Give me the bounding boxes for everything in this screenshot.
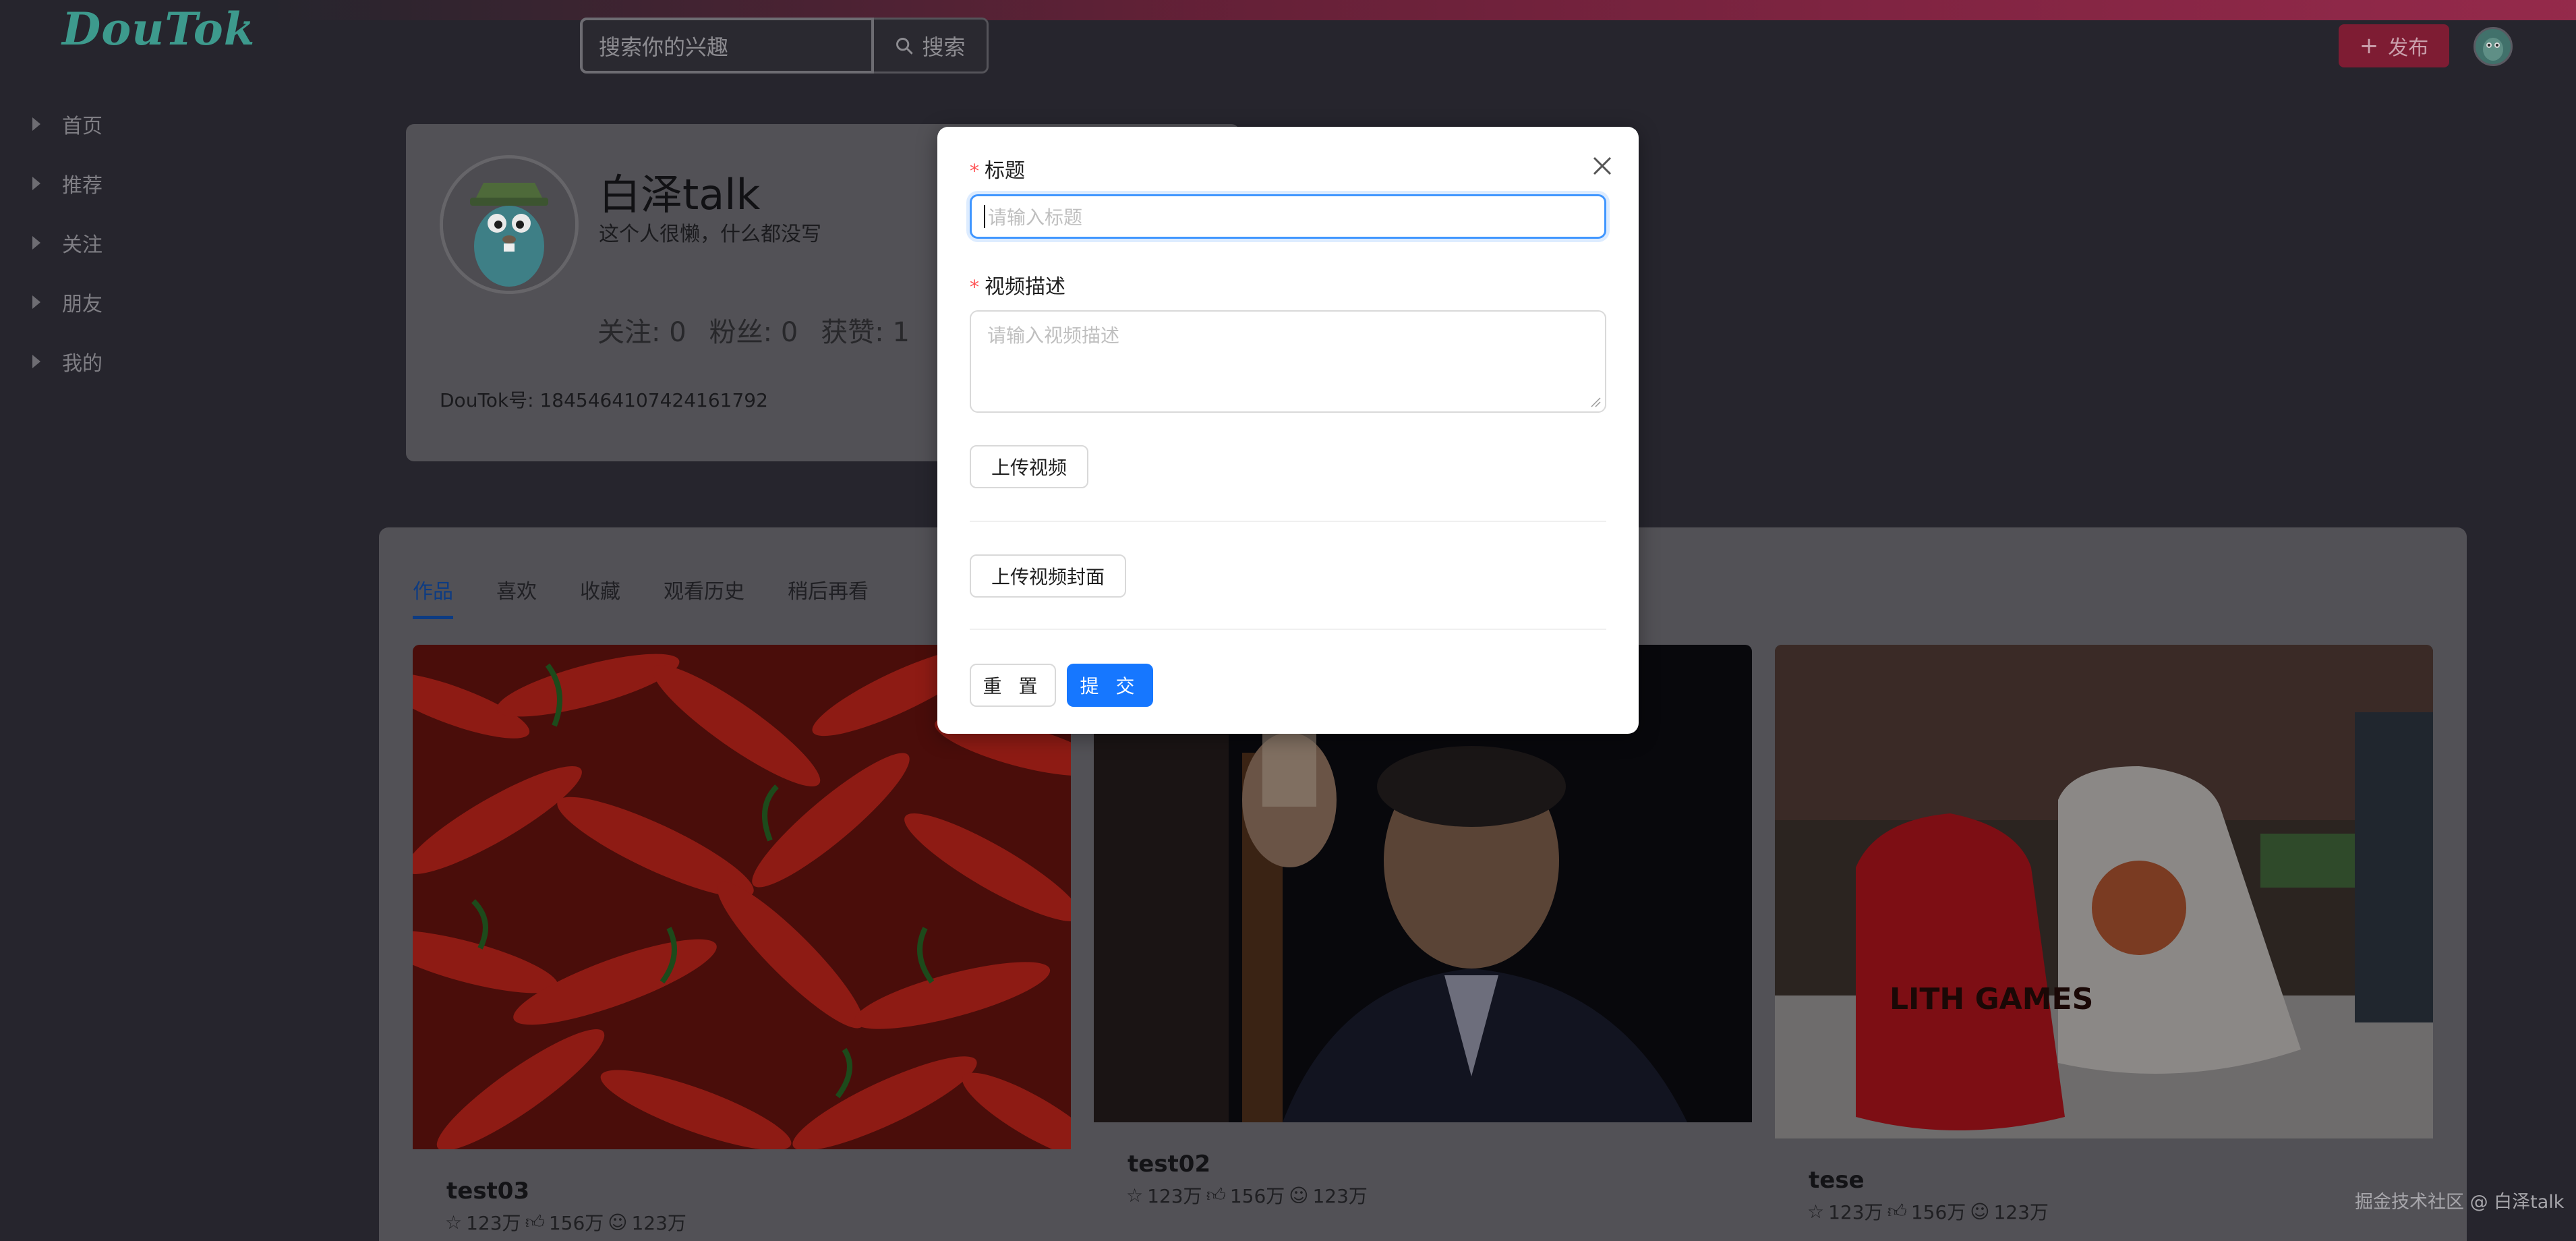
profile-avatar [440, 155, 579, 294]
sidebar-item-friends[interactable]: 朋友 [32, 272, 103, 332]
comments-count: 123万 [1312, 1185, 1368, 1207]
caret-right-icon [32, 177, 40, 190]
sidebar-item-home[interactable]: 首页 [32, 94, 103, 154]
reset-button[interactable]: 重 置 [970, 664, 1056, 707]
publish-button[interactable]: + 发布 [2339, 24, 2449, 67]
caret-right-icon [32, 117, 40, 131]
desc-label-text: 视频描述 [985, 275, 1065, 299]
video-title[interactable]: test03 [446, 1178, 529, 1205]
upload-video-button[interactable]: 上传视频 [970, 445, 1088, 488]
required-mark: * [970, 276, 979, 298]
caret-right-icon [32, 355, 40, 368]
video-card[interactable]: test03 ☆ 123万 👍︎ 156万 ☺ 123万 [413, 645, 1071, 1241]
comments-count: 123万 [631, 1212, 686, 1234]
sidebar-item-recommend[interactable]: 推荐 [32, 154, 103, 213]
sidebar-item-label: 我的 [62, 352, 103, 376]
resize-handle-icon[interactable] [1590, 397, 1601, 407]
desc-label: * 视频描述 [970, 270, 1065, 299]
title-label-text: 标题 [985, 159, 1025, 183]
comment-icon[interactable]: ☺ [1289, 1184, 1308, 1207]
required-mark: * [970, 160, 979, 182]
sidebar-item-label: 推荐 [62, 174, 103, 198]
watermark: 掘金技术社区 @ 白泽talk [2355, 1192, 2565, 1213]
desc-placeholder: 请输入视频描述 [987, 324, 1120, 347]
sidebar-item-label: 关注 [62, 233, 103, 257]
video-stats: ☆ 123万 👍︎ 156万 ☺ 123万 [445, 1209, 686, 1236]
sidebar-item-label: 朋友 [62, 293, 103, 316]
thumbs-up-icon[interactable]: 👍︎ [1887, 1200, 1907, 1223]
comment-icon[interactable]: ☺ [608, 1211, 627, 1234]
user-avatar[interactable] [2473, 27, 2513, 66]
search-button[interactable]: 搜索 [874, 18, 989, 74]
close-icon[interactable] [1589, 152, 1616, 179]
app-logo[interactable]: DouTok [62, 3, 256, 55]
caret-right-icon [32, 295, 40, 309]
video-card[interactable]: LITH GAMES tese ☆ 123万 👍︎ 156万 ☺ 123万 [1775, 645, 2433, 1241]
search-input[interactable]: 搜索你的兴趣 [580, 18, 874, 74]
profile-stats: 关注: 0 粉丝: 0 获赞: 1 [597, 310, 910, 349]
video-title[interactable]: tese [1809, 1167, 1865, 1194]
publish-button-label: 发布 [2388, 36, 2429, 60]
text-caret [984, 205, 985, 228]
thumbs-up-icon[interactable]: 👍︎ [1206, 1184, 1226, 1207]
upload-cover-label: 上传视频封面 [991, 566, 1105, 588]
followers-count[interactable]: 粉丝: 0 [709, 310, 798, 349]
comment-icon[interactable]: ☺ [1970, 1201, 1989, 1223]
upload-video-label: 上传视频 [991, 457, 1067, 479]
star-icon[interactable]: ☆ [1126, 1184, 1143, 1207]
stars-count: 123万 [1828, 1201, 1883, 1223]
tab-history[interactable]: 观看历史 [664, 575, 744, 619]
divider [970, 521, 1606, 522]
profile-name: 白泽talk [599, 170, 761, 219]
likes-count: 156万 [1229, 1185, 1285, 1207]
svg-text:LITH GAMES: LITH GAMES [1890, 982, 2093, 1016]
tab-watch-later[interactable]: 稍后再看 [788, 575, 869, 619]
video-card[interactable]: test02 ☆ 123万 👍︎ 156万 ☺ 123万 [1094, 645, 1752, 1241]
search-icon [896, 37, 914, 55]
thumbs-up-icon[interactable]: 👍︎ [525, 1211, 545, 1234]
sidebar-item-label: 首页 [62, 115, 103, 138]
following-count[interactable]: 关注: 0 [597, 310, 686, 349]
stars-count: 123万 [1147, 1185, 1202, 1207]
search-bar: 搜索你的兴趣 搜索 [580, 18, 989, 74]
submit-button[interactable]: 提 交 [1067, 664, 1153, 707]
sidebar-item-following[interactable]: 关注 [32, 213, 103, 272]
profile-id: DouTok号: 1845464107424161792 [440, 389, 768, 411]
description-textarea[interactable]: 请输入视频描述 [970, 310, 1606, 413]
upload-cover-button[interactable]: 上传视频封面 [970, 554, 1126, 598]
sidebar-item-mine[interactable]: 我的 [32, 332, 103, 391]
video-thumbnail[interactable]: LITH GAMES [1775, 645, 2433, 1138]
plus-icon: + [2359, 32, 2379, 59]
video-stats: ☆ 123万 👍︎ 156万 ☺ 123万 [1126, 1182, 1368, 1209]
likes-count: 156万 [548, 1212, 604, 1234]
comments-count: 123万 [1993, 1201, 2049, 1223]
title-label: * 标题 [970, 154, 1025, 183]
caret-right-icon [32, 236, 40, 250]
tab-works[interactable]: 作品 [413, 575, 453, 619]
divider [970, 629, 1606, 630]
submit-label: 提 交 [1080, 675, 1140, 697]
tab-favorites[interactable]: 收藏 [580, 575, 620, 619]
profile-bio: 这个人很懒，什么都没写 [599, 223, 821, 246]
reset-label: 重 置 [983, 675, 1043, 697]
search-button-label: 搜索 [922, 34, 966, 60]
sidebar: 首页 推荐 关注 朋友 我的 [32, 94, 103, 391]
star-icon[interactable]: ☆ [1807, 1201, 1824, 1223]
video-title[interactable]: test02 [1128, 1151, 1210, 1178]
title-placeholder: 请输入标题 [988, 206, 1083, 229]
video-stats: ☆ 123万 👍︎ 156万 ☺ 123万 [1807, 1198, 2049, 1225]
title-input[interactable]: 请输入标题 [970, 194, 1606, 239]
stars-count: 123万 [466, 1212, 521, 1234]
tab-likes[interactable]: 喜欢 [496, 575, 537, 619]
profile-tabs: 作品 喜欢 收藏 观看历史 稍后再看 [413, 575, 869, 619]
upload-modal: * 标题 请输入标题 * 视频描述 请输入视频描述 上传视频 上传视频封面 重 置 … [937, 127, 1639, 734]
likes-count: 获赞: 1 [821, 317, 910, 348]
star-icon[interactable]: ☆ [445, 1211, 462, 1234]
likes-count: 156万 [1910, 1201, 1966, 1223]
